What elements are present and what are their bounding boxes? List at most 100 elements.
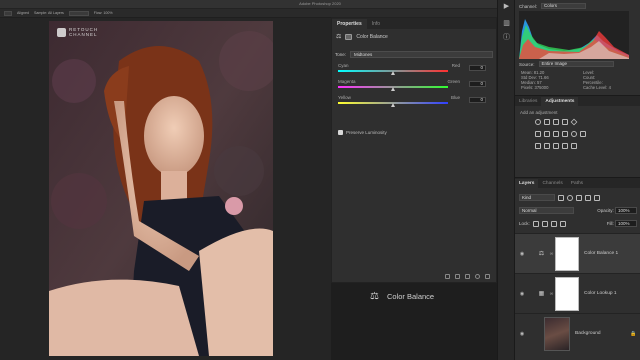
slider-magenta-green: Magenta Green 0 xyxy=(338,79,488,93)
threshold-icon[interactable] xyxy=(553,143,559,149)
black-white-icon[interactable] xyxy=(553,131,559,137)
preserve-luminosity-checkbox[interactable] xyxy=(338,130,343,135)
invert-icon[interactable] xyxy=(535,143,541,149)
tool-preset-icon[interactable] xyxy=(4,10,12,16)
hue-saturation-icon[interactable] xyxy=(535,131,541,137)
filter-adjustment-icon[interactable] xyxy=(567,194,573,201)
histogram-icon[interactable]: ▥ xyxy=(502,20,511,28)
right-panel-column: Channel: Colors Source: Entire Image Mea… xyxy=(515,0,640,360)
tab-libraries[interactable]: Libraries xyxy=(515,97,541,106)
curves-icon[interactable] xyxy=(553,119,559,125)
blend-mode-dropdown[interactable]: Normal xyxy=(519,207,574,214)
canvas-photo[interactable] xyxy=(49,21,273,356)
tab-paths[interactable]: Paths xyxy=(567,179,587,188)
tab-channels[interactable]: Channels xyxy=(538,179,566,188)
option-aligned[interactable]: Aligned xyxy=(17,11,29,15)
layer-row[interactable]: ◉ ⚖ ∞ Color Balance 1 xyxy=(515,233,640,273)
exposure-icon[interactable] xyxy=(562,119,568,125)
slider-left-label: Cyan xyxy=(338,63,349,68)
layer-mask-thumbnail[interactable] xyxy=(555,236,579,271)
photo-filter-icon[interactable] xyxy=(562,131,568,137)
posterize-icon[interactable] xyxy=(544,143,550,149)
channel-dropdown[interactable]: Colors xyxy=(541,3,587,9)
big-adjustment-label: ⚖ Color Balance xyxy=(370,291,434,302)
trash-icon[interactable] xyxy=(485,274,490,279)
tab-adjustments[interactable]: Adjustments xyxy=(541,97,579,106)
lock-image-icon[interactable] xyxy=(541,220,548,227)
slider-thumb[interactable] xyxy=(390,103,395,107)
channel-row: Channel: Colors xyxy=(519,3,587,9)
lock-transparent-icon[interactable] xyxy=(532,220,539,227)
layer-visibility-eye-icon[interactable]: ◉ xyxy=(515,291,529,297)
vibrance-icon[interactable] xyxy=(570,118,578,126)
selective-color-icon[interactable] xyxy=(571,143,577,149)
filter-shape-icon[interactable] xyxy=(585,194,591,201)
slider-value-field[interactable]: 0 xyxy=(469,65,486,71)
levels-icon[interactable] xyxy=(544,119,550,125)
slider-cyan-red: Cyan Red 0 xyxy=(338,63,488,77)
slider-yellow-blue: Yellow Blue 0 xyxy=(338,95,488,109)
option-flow[interactable]: Flow: 100% xyxy=(94,11,113,15)
tab-properties[interactable]: Properties xyxy=(332,19,367,29)
slider-value-field[interactable]: 0 xyxy=(469,97,486,103)
add-adjustment-label: Add an adjustment xyxy=(520,110,558,115)
layer-row[interactable]: ◉ ▦ ∞ Color Lookup 1 xyxy=(515,273,640,313)
source-row: Source: Entire Image xyxy=(519,61,614,67)
color-balance-icon[interactable] xyxy=(544,131,550,137)
clip-to-layer-icon[interactable] xyxy=(445,274,450,279)
channel-label: Channel: xyxy=(519,3,538,9)
stat-cache-level: Cache Level: 4 xyxy=(583,85,611,90)
lock-icon: 🔒 xyxy=(630,330,637,337)
filter-smart-object-icon[interactable] xyxy=(594,194,600,201)
layer-row[interactable]: ◉ Background 🔒 xyxy=(515,313,640,353)
layers-panel: Layers Channels Paths Kind Normal Opacit… xyxy=(515,178,640,360)
opacity-field[interactable]: 100% xyxy=(615,207,637,214)
fill-field[interactable]: 100% xyxy=(615,220,637,227)
background-thumbnail[interactable] xyxy=(544,316,570,351)
balance-scale-icon: ⚖ xyxy=(336,34,342,40)
tab-layers[interactable]: Layers xyxy=(515,179,539,188)
layer-name[interactable]: Color Lookup 1 xyxy=(584,291,640,296)
color-lookup-layer-icon: ▦ xyxy=(538,291,545,297)
chain-link-icon[interactable]: ∞ xyxy=(548,251,555,257)
layer-name[interactable]: Background xyxy=(575,331,630,336)
layer-name[interactable]: Color Balance 1 xyxy=(584,251,640,256)
mask-icon[interactable] xyxy=(345,33,353,40)
fill-label: Fill: xyxy=(606,221,614,226)
lock-row: Lock: Fill: 100% xyxy=(519,220,637,227)
tab-info[interactable]: Info xyxy=(367,19,385,29)
slider-value-field[interactable]: 0 xyxy=(469,81,486,87)
preserve-luminosity-row[interactable]: Preserve Luminosity xyxy=(338,130,387,135)
layer-mask-thumbnail[interactable] xyxy=(555,276,579,311)
visibility-eye-icon[interactable] xyxy=(475,274,480,279)
view-previous-icon[interactable] xyxy=(455,274,460,279)
play-icon[interactable]: ▶ xyxy=(502,3,511,11)
layer-visibility-eye-icon[interactable]: ◉ xyxy=(515,331,529,337)
layer-visibility-eye-icon[interactable]: ◉ xyxy=(515,251,529,257)
filter-kind-dropdown[interactable]: Kind xyxy=(519,194,555,201)
slider-thumb[interactable] xyxy=(390,87,395,91)
lock-all-icon[interactable] xyxy=(559,220,566,227)
brightness-icon[interactable] xyxy=(535,119,541,125)
chain-link-icon[interactable]: ∞ xyxy=(548,291,555,297)
info-icon[interactable]: ⓘ xyxy=(502,34,511,42)
tone-dropdown[interactable]: Midtones xyxy=(350,51,493,58)
reset-icon[interactable] xyxy=(465,274,470,279)
histogram-panel: Channel: Colors Source: Entire Image Mea… xyxy=(515,0,640,96)
adjustment-icons-row-2 xyxy=(535,131,586,137)
source-dropdown[interactable]: Entire Image xyxy=(538,61,614,67)
photoshop-window: Adobe Photoshop 2020 Aligned Sample: All… xyxy=(0,0,640,360)
channel-mixer-icon[interactable] xyxy=(571,131,577,137)
filter-pixel-icon[interactable] xyxy=(558,194,564,201)
lock-position-icon[interactable] xyxy=(550,220,557,227)
stat-pixels: Pixels: 375000 xyxy=(521,85,549,90)
blend-row: Normal Opacity: 100% xyxy=(519,207,637,214)
sample-dropdown[interactable] xyxy=(68,10,89,16)
histogram-stats-right: Level: Count: Percentile: Cache Level: 4 xyxy=(583,70,611,90)
slider-thumb[interactable] xyxy=(390,71,395,75)
gradient-map-icon[interactable] xyxy=(562,143,568,149)
option-sample[interactable]: Sample: All Layers xyxy=(34,11,64,15)
filter-type-icon[interactable] xyxy=(576,194,582,201)
color-lookup-icon[interactable] xyxy=(580,131,586,137)
properties-footer xyxy=(332,274,496,279)
